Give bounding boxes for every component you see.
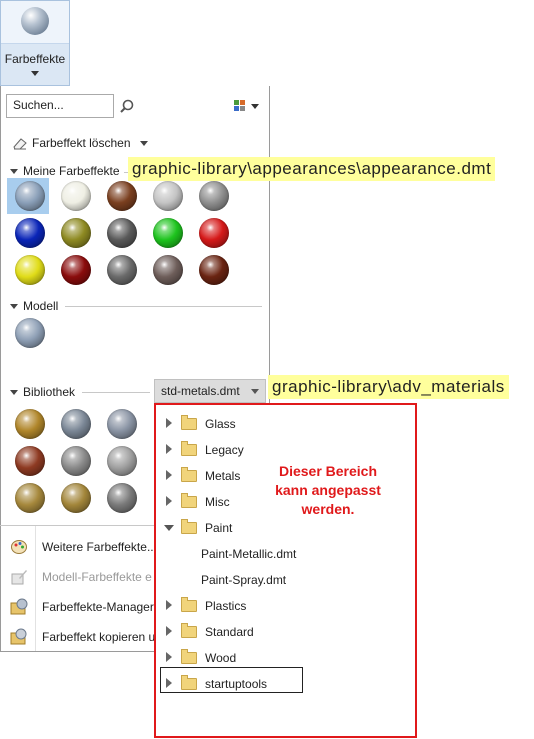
tree-item-label: Paint	[205, 521, 233, 535]
collapsed-arrow-icon[interactable]	[166, 444, 172, 454]
appearance-swatch[interactable]	[15, 255, 45, 285]
tree-folder-item[interactable]: Glass	[160, 414, 400, 434]
eraser-icon	[13, 138, 27, 150]
search-icon[interactable]	[120, 99, 134, 113]
appearance-manager-icon	[10, 598, 28, 615]
appearance-swatch[interactable]	[153, 218, 183, 248]
appearance-swatch[interactable]	[61, 218, 91, 248]
clear-appearance-button[interactable]: Farbeffekt löschen	[12, 136, 162, 152]
folder-icon	[181, 493, 197, 508]
library-header[interactable]: Bibliothek	[10, 385, 75, 399]
tree-item-label: Paint-Metallic.dmt	[201, 547, 297, 561]
appearance-swatch[interactable]	[153, 181, 183, 211]
collapsed-arrow-icon[interactable]	[166, 678, 172, 688]
library-appearance-swatch[interactable]	[107, 483, 137, 513]
collapsed-arrow-icon[interactable]	[166, 496, 172, 506]
appearance-swatch[interactable]	[15, 181, 45, 211]
more-appearances-item[interactable]: Weitere Farbeffekte...	[0, 537, 157, 557]
tree-item-label: startuptools	[205, 677, 268, 691]
palette-icon	[11, 540, 27, 554]
library-appearance-swatch[interactable]	[61, 409, 91, 439]
appearance-swatch[interactable]	[199, 181, 229, 211]
tree-file-item[interactable]: Paint-Metallic.dmt	[160, 544, 400, 564]
search-input[interactable]: Suchen...	[6, 94, 114, 118]
tree-item-label: Glass	[205, 417, 236, 431]
tree-item-label: Wood	[205, 651, 237, 665]
chevron-down-icon	[251, 389, 259, 394]
tree-file-item[interactable]: Paint-Spray.dmt	[160, 570, 400, 590]
tree-item-label: Metals	[205, 469, 241, 483]
clear-appearance-label: Farbeffekt löschen	[32, 136, 131, 150]
materials-path-callout: graphic-library\adv_materials	[268, 375, 509, 399]
tree-folder-item[interactable]: Metals	[160, 466, 400, 486]
folder-icon	[181, 649, 197, 664]
library-appearance-swatch[interactable]	[61, 483, 91, 513]
tree-item-label: Standard	[205, 625, 254, 639]
appearance-swatch[interactable]	[199, 255, 229, 285]
tree-folder-item[interactable]: Wood	[160, 648, 400, 668]
library-file-dropdown[interactable]: std-metals.dmt	[154, 379, 266, 403]
appearance-swatch[interactable]	[61, 255, 91, 285]
collapsed-arrow-icon[interactable]	[166, 418, 172, 428]
collapse-icon	[10, 304, 18, 310]
view-options-icon[interactable]	[234, 100, 260, 114]
appearances-ribbon-button[interactable]: Farbeffekte	[0, 0, 70, 86]
tree-item-label: Misc	[205, 495, 230, 509]
collapse-icon	[10, 390, 18, 396]
chevron-down-icon	[140, 141, 148, 146]
library-appearance-swatch[interactable]	[15, 446, 45, 476]
tree-folder-item[interactable]: startuptools	[160, 674, 400, 694]
tree-folder-item[interactable]: Legacy	[160, 440, 400, 460]
tree-folder-item[interactable]: Plastics	[160, 596, 400, 616]
my-appearances-header[interactable]: Meine Farbeffekte	[10, 164, 120, 178]
appearance-sphere-icon	[21, 7, 49, 35]
folder-icon	[181, 597, 197, 612]
tree-folder-item[interactable]: Standard	[160, 622, 400, 642]
library-appearance-swatch[interactable]	[15, 483, 45, 513]
folder-icon	[181, 441, 197, 456]
chevron-down-icon	[31, 71, 39, 76]
folder-icon	[181, 467, 197, 482]
collapsed-arrow-icon[interactable]	[166, 626, 172, 636]
collapse-icon	[10, 169, 18, 175]
tree-folder-item[interactable]: Misc	[160, 492, 400, 512]
expanded-arrow-icon[interactable]	[164, 525, 174, 531]
model-appearances-editor-item: Modell-Farbeffekte e	[0, 567, 155, 587]
collapsed-arrow-icon[interactable]	[166, 470, 172, 480]
appearance-swatch[interactable]	[107, 218, 137, 248]
library-appearance-swatch[interactable]	[107, 409, 137, 439]
library-appearance-swatch[interactable]	[61, 446, 91, 476]
appearance-swatch[interactable]	[107, 255, 137, 285]
open-folder-icon	[181, 519, 197, 534]
folder-icon	[181, 415, 197, 430]
copy-appearance-icon	[10, 628, 27, 645]
folder-icon	[181, 675, 197, 690]
appearance-swatch[interactable]	[199, 218, 229, 248]
library-appearance-swatch[interactable]	[107, 446, 137, 476]
folder-icon	[181, 623, 197, 638]
tree-folder-item[interactable]: Paint	[160, 518, 400, 538]
appearance-swatch[interactable]	[61, 181, 91, 211]
tree-item-label: Legacy	[205, 443, 244, 457]
model-header[interactable]: Modell	[10, 299, 58, 313]
ribbon-label: Farbeffekte	[4, 52, 66, 66]
appearances-path-callout: graphic-library\appearances\appearance.d…	[128, 157, 496, 181]
collapsed-arrow-icon[interactable]	[166, 652, 172, 662]
appearance-manager-item[interactable]: Farbeffekte-Manager	[0, 597, 155, 617]
copy-appearance-item[interactable]: Farbeffekt kopieren u	[0, 627, 155, 647]
library-appearance-swatch[interactable]	[15, 409, 45, 439]
tree-item-label: Paint-Spray.dmt	[201, 573, 287, 587]
model-appearance-swatch[interactable]	[15, 318, 45, 348]
tree-item-label: Plastics	[205, 599, 247, 613]
appearance-swatch[interactable]	[153, 255, 183, 285]
edit-appearance-icon	[11, 570, 27, 585]
appearance-swatch[interactable]	[15, 218, 45, 248]
collapsed-arrow-icon[interactable]	[166, 600, 172, 610]
appearance-swatch[interactable]	[107, 181, 137, 211]
